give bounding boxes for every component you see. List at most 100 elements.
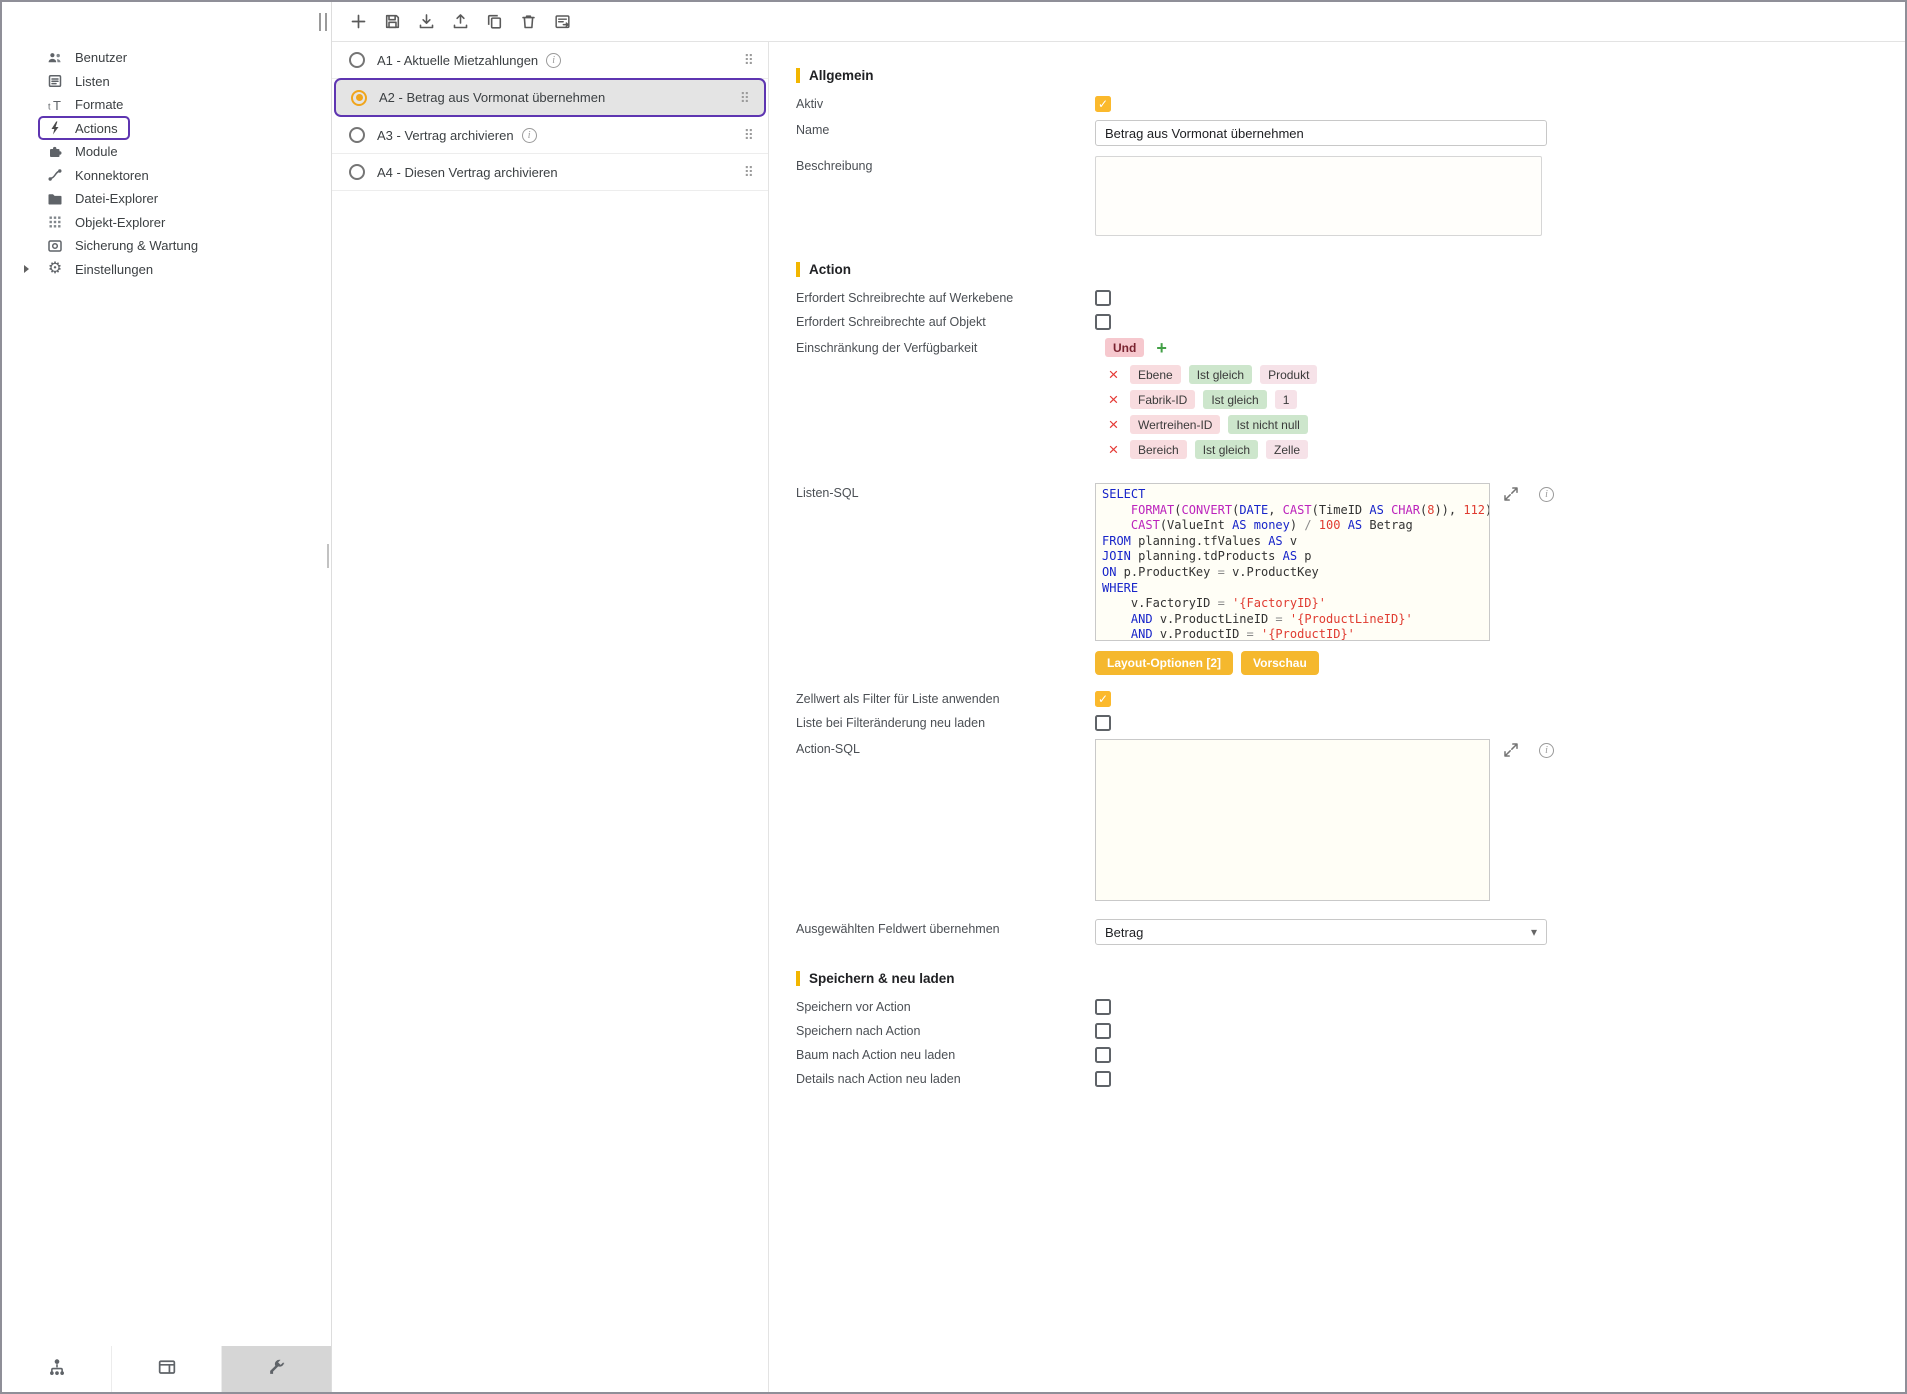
section-header-action: Action — [796, 262, 1905, 277]
sidebar-item-label: Module — [75, 144, 118, 159]
users-icon — [46, 49, 64, 67]
remove-condition-icon[interactable] — [1105, 416, 1122, 433]
radio-button[interactable] — [351, 90, 367, 106]
drag-handle-icon[interactable] — [740, 91, 750, 105]
wrench-icon — [266, 1356, 288, 1383]
field-label: Details nach Action neu laden — [796, 1072, 1095, 1086]
drag-handle-icon[interactable] — [744, 165, 754, 179]
drag-handle-icon[interactable] — [744, 128, 754, 142]
add-icon[interactable] — [348, 12, 368, 32]
filter-logic-chip[interactable]: Und — [1105, 338, 1144, 357]
action-list-row[interactable]: A1 - Aktuelle Mietzahlungen — [332, 42, 768, 79]
filter-operator-chip[interactable]: Ist nicht null — [1228, 415, 1307, 434]
tab-wrench[interactable] — [221, 1346, 331, 1392]
action-sql-editor[interactable] — [1095, 739, 1490, 901]
section-header-allgemein: Allgemein — [796, 68, 1905, 83]
field-label: Listen-SQL — [796, 483, 1095, 500]
org-chart-icon — [46, 1356, 68, 1383]
filter-field-chip[interactable]: Wertreihen-ID — [1130, 415, 1220, 434]
layout-optionen-button[interactable]: Layout-Optionen [2] — [1095, 651, 1233, 675]
filter-value-chip[interactable]: 1 — [1275, 390, 1298, 409]
sidebar-item-sicherung-wartung[interactable]: Sicherung & Wartung — [2, 234, 331, 258]
baum-neu-laden-checkbox[interactable] — [1095, 1047, 1111, 1063]
object-grid-icon — [46, 213, 64, 231]
save-icon[interactable] — [382, 12, 402, 32]
zellwert-checkbox[interactable] — [1095, 691, 1111, 707]
sidebar-item-actions[interactable]: Actions — [2, 117, 331, 141]
info-icon[interactable] — [1539, 487, 1554, 502]
filter-field-chip[interactable]: Fabrik-ID — [1130, 390, 1195, 409]
download-icon[interactable] — [416, 12, 436, 32]
svg-text:t: t — [48, 101, 51, 111]
werkebene-checkbox[interactable] — [1095, 290, 1111, 306]
gear-icon: ⚙ — [46, 260, 64, 278]
availability-filter-builder: Und Ebene Ist gleich Produkt Fabrik-ID I… — [1095, 338, 1317, 465]
beschreibung-textarea[interactable] — [1095, 156, 1542, 236]
remove-condition-icon[interactable] — [1105, 366, 1122, 383]
form-row-listen-sql: Listen-SQL SELECT FORMAT(CONVERT(DATE, C… — [796, 483, 1905, 641]
expand-caret-icon[interactable] — [24, 265, 29, 273]
filter-value-chip[interactable]: Zelle — [1266, 440, 1308, 459]
upload-icon[interactable] — [450, 12, 470, 32]
section-title: Speichern & neu laden — [809, 971, 955, 986]
backup-icon — [46, 237, 64, 255]
objekt-checkbox[interactable] — [1095, 314, 1111, 330]
section-title: Action — [809, 262, 851, 277]
field-label: Speichern vor Action — [796, 1000, 1095, 1014]
expand-icon[interactable] — [1502, 741, 1520, 759]
sidebar-item-listen[interactable]: Listen — [2, 70, 331, 94]
copy-icon[interactable] — [484, 12, 504, 32]
details-neu-laden-checkbox[interactable] — [1095, 1071, 1111, 1087]
expand-icon[interactable] — [1502, 485, 1520, 503]
feldwert-dropdown[interactable]: Betrag — [1095, 919, 1547, 945]
vorschau-button[interactable]: Vorschau — [1241, 651, 1319, 675]
radio-button[interactable] — [349, 164, 365, 180]
form-row-werkebene: Erfordert Schreibrechte auf Werkebene — [796, 290, 1905, 306]
delete-icon[interactable] — [518, 12, 538, 32]
sidebar-item-objekt-explorer[interactable]: Objekt-Explorer — [2, 211, 331, 235]
info-icon[interactable] — [522, 128, 537, 143]
filter-value-chip[interactable]: Produkt — [1260, 365, 1317, 384]
liste-neu-laden-checkbox[interactable] — [1095, 715, 1111, 731]
form-row-feldwert: Ausgewählten Feldwert übernehmen Betrag — [796, 919, 1905, 945]
section-header-speichern: Speichern & neu laden — [796, 971, 1905, 986]
radio-button[interactable] — [349, 127, 365, 143]
remove-condition-icon[interactable] — [1105, 441, 1122, 458]
filter-field-chip[interactable]: Ebene — [1130, 365, 1181, 384]
sidebar-item-formate[interactable]: tT Formate — [2, 93, 331, 117]
sidebar-item-benutzer[interactable]: Benutzer — [2, 46, 331, 70]
filter-operator-chip[interactable]: Ist gleich — [1203, 390, 1266, 409]
drag-handle-icon[interactable] — [744, 53, 754, 67]
name-input[interactable] — [1095, 120, 1547, 146]
aktiv-checkbox[interactable] — [1095, 96, 1111, 112]
text-format-icon: tT — [46, 96, 64, 114]
action-sql-editor-wrap — [1095, 739, 1554, 901]
sidebar-item-datei-explorer[interactable]: Datei-Explorer — [2, 187, 331, 211]
lightning-icon — [46, 119, 64, 137]
add-condition-icon[interactable] — [1156, 339, 1167, 357]
speichern-vor-checkbox[interactable] — [1095, 999, 1111, 1015]
action-list-row[interactable]: A2 - Betrag aus Vormonat übernehmen — [334, 78, 766, 117]
tab-org-chart[interactable] — [2, 1346, 111, 1392]
listen-sql-editor[interactable]: SELECT FORMAT(CONVERT(DATE, CAST(TimeID … — [1095, 483, 1490, 641]
action-list-row[interactable]: A4 - Diesen Vertrag archivieren — [332, 154, 768, 191]
tab-window[interactable] — [111, 1346, 221, 1392]
sidebar-item-konnektoren[interactable]: Konnektoren — [2, 164, 331, 188]
dropdown-value: Betrag — [1105, 925, 1143, 940]
sidebar-item-module[interactable]: Module — [2, 140, 331, 164]
info-icon[interactable] — [546, 53, 561, 68]
form-row-zellwert: Zellwert als Filter für Liste anwenden — [796, 691, 1905, 707]
info-icon[interactable] — [1539, 743, 1554, 758]
toolbar-drag-grip[interactable] — [319, 13, 327, 31]
filter-operator-chip[interactable]: Ist gleich — [1195, 440, 1258, 459]
filter-operator-chip[interactable]: Ist gleich — [1189, 365, 1252, 384]
filter-field-chip[interactable]: Bereich — [1130, 440, 1187, 459]
speichern-nach-checkbox[interactable] — [1095, 1023, 1111, 1039]
form-row-baum-neu-laden: Baum nach Action neu laden — [796, 1047, 1905, 1063]
remove-condition-icon[interactable] — [1105, 391, 1122, 408]
edit-list-icon[interactable] — [552, 12, 572, 32]
form-row-name: Name — [796, 120, 1905, 146]
action-list-row[interactable]: A3 - Vertrag archivieren — [332, 117, 768, 154]
sidebar-item-einstellungen[interactable]: ⚙ Einstellungen — [2, 258, 331, 282]
radio-button[interactable] — [349, 52, 365, 68]
